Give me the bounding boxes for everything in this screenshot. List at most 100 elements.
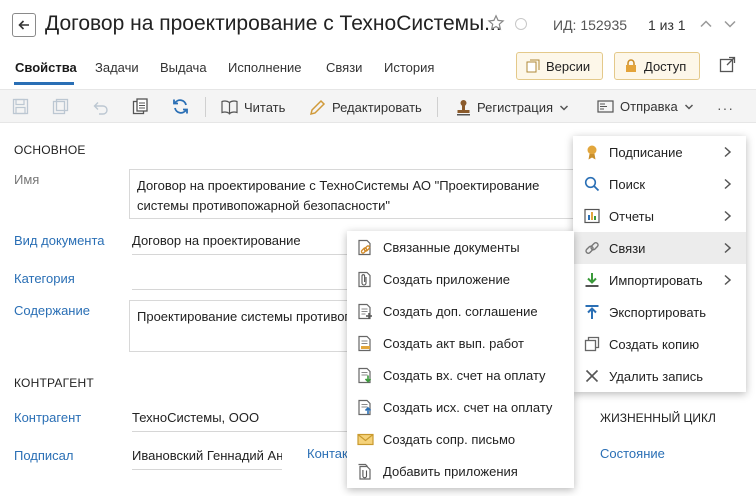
toolbar-divider (205, 97, 206, 117)
more-actions-menu: Подписание Поиск Отчеты Связи Импортиров… (573, 136, 746, 392)
attachment-icon (358, 271, 371, 288)
signed-field[interactable]: Ивановский Геннадий Андреевич (132, 448, 282, 470)
act-icon (358, 335, 371, 352)
content-field[interactable]: Проектирование системы противопожарной б… (129, 300, 349, 352)
chevron-up-icon[interactable] (698, 16, 714, 32)
pager-label: 1 из 1 (648, 17, 686, 33)
menu-item-export[interactable]: Экспортировать (573, 296, 746, 328)
submenu-item-incoming-invoice[interactable]: Создать вх. счет на оплату (347, 359, 574, 391)
submenu-item-label: Связанные документы (383, 240, 520, 255)
tab-links[interactable]: Связи (326, 60, 362, 75)
letter-icon (357, 433, 374, 446)
content-label[interactable]: Содержание (14, 303, 90, 318)
tab-issue[interactable]: Выдача (160, 60, 207, 75)
read-label: Читать (244, 99, 286, 115)
add-agreement-icon (358, 303, 372, 320)
versions-icon (526, 59, 540, 73)
undo-icon[interactable] (92, 98, 109, 115)
save-icon[interactable] (12, 98, 29, 115)
menu-item-signing[interactable]: Подписание (573, 136, 746, 168)
counterparty-field[interactable]: ТехноСистемы, ООО (132, 410, 350, 432)
edit-button[interactable]: Редактировать (309, 99, 422, 116)
submenu-item-add-attachments[interactable]: Добавить приложения (347, 455, 574, 487)
toolbar: Читать Редактировать Регистрация Отправк… (0, 89, 756, 123)
edit-label: Редактировать (332, 100, 422, 115)
refresh-icon[interactable] (172, 98, 189, 115)
chevron-down-icon (559, 104, 569, 111)
counterparty-label[interactable]: Контрагент (14, 410, 81, 425)
search-icon (584, 176, 600, 192)
tab-history[interactable]: История (384, 60, 434, 75)
menu-item-copy[interactable]: Создать копию (573, 328, 746, 360)
menu-item-reports[interactable]: Отчеты (573, 200, 746, 232)
menu-item-label: Импортировать (609, 273, 703, 288)
doc-type-label[interactable]: Вид документа (14, 233, 105, 248)
signed-label[interactable]: Подписал (14, 448, 74, 463)
chevron-down-icon (684, 103, 693, 110)
access-button[interactable]: Доступ (614, 52, 700, 80)
tab-execution[interactable]: Исполнение (228, 60, 302, 75)
submenu-item-label: Создать исх. счет на оплату (383, 400, 553, 415)
copy-icon (584, 336, 600, 352)
menu-item-label: Удалить запись (609, 369, 704, 384)
report-icon (584, 208, 600, 224)
submenu-item-outgoing-invoice[interactable]: Создать исх. счет на оплату (347, 391, 574, 423)
submenu-item-cover-letter[interactable]: Создать сопр. письмо (347, 423, 574, 455)
stamp-icon (457, 100, 470, 116)
chevron-right-icon (724, 178, 732, 190)
menu-item-label: Поиск (609, 177, 646, 192)
star-icon[interactable] (487, 14, 505, 32)
book-icon (221, 100, 238, 115)
menu-item-label: Создать копию (609, 337, 700, 352)
back-button[interactable] (12, 13, 36, 37)
import-icon (585, 273, 599, 287)
submenu-item-create-attachment[interactable]: Создать приложение (347, 263, 574, 295)
section-main-heading: ОСНОВНОЕ (14, 143, 86, 157)
menu-item-delete[interactable]: Удалить запись (573, 360, 746, 392)
submenu-item-label: Создать приложение (383, 272, 510, 287)
menu-item-search[interactable]: Поиск (573, 168, 746, 200)
access-label: Доступ (644, 58, 687, 74)
document-id: ИД: 152935 (553, 17, 628, 33)
section-lifecycle-heading: ЖИЗНЕННЫЙ ЦИКЛ (600, 411, 716, 425)
status-circle-icon[interactable] (515, 18, 527, 30)
incoming-invoice-icon (358, 367, 372, 384)
read-button[interactable]: Читать (221, 99, 285, 115)
more-actions-button[interactable]: ··· (717, 100, 734, 116)
menu-item-label: Подписание (609, 145, 683, 160)
pencil-icon (309, 99, 326, 116)
chevron-right-icon (724, 242, 732, 254)
save-as-icon[interactable] (52, 98, 69, 115)
registration-dropdown[interactable]: Регистрация (456, 99, 569, 116)
submenu-item-create-act[interactable]: Создать акт вып. работ (347, 327, 574, 359)
link-icon (585, 242, 599, 254)
menu-item-import[interactable]: Импортировать (573, 264, 746, 296)
tab-tasks[interactable]: Задачи (95, 60, 139, 75)
delete-icon (585, 369, 599, 383)
category-field[interactable] (132, 271, 352, 290)
copy-doc-icon[interactable] (132, 98, 149, 115)
submenu-item-related-docs[interactable]: Связанные документы (347, 231, 574, 263)
tab-properties[interactable]: Свойства (15, 60, 77, 75)
menu-item-links[interactable]: Связи (573, 232, 746, 264)
toolbar-divider (437, 97, 438, 117)
send-dropdown[interactable]: Отправка (597, 99, 694, 114)
outgoing-invoice-icon (358, 399, 372, 416)
submenu-item-label: Создать доп. соглашение (383, 304, 538, 319)
submenu-item-create-agreement[interactable]: Создать доп. соглашение (347, 295, 574, 327)
name-field[interactable]: Договор на проектирование с ТехноСистемы… (129, 169, 589, 219)
add-attachments-icon (358, 463, 371, 480)
open-external-icon[interactable] (719, 56, 736, 73)
submenu-item-label: Создать акт вып. работ (383, 336, 524, 351)
chevron-down-icon[interactable] (722, 16, 738, 32)
links-submenu: Связанные документы Создать приложение С… (347, 231, 574, 488)
send-icon (597, 100, 614, 113)
menu-item-label: Отчеты (609, 209, 654, 224)
seal-icon (587, 145, 597, 160)
document-header: Договор на проектирование с ТехноСистемы… (0, 0, 756, 52)
state-label[interactable]: Состояние (600, 446, 665, 461)
versions-button[interactable]: Версии (516, 52, 603, 80)
doc-type-field[interactable]: Договор на проектирование (132, 233, 352, 255)
name-label: Имя (14, 172, 40, 187)
category-label[interactable]: Категория (14, 271, 75, 286)
